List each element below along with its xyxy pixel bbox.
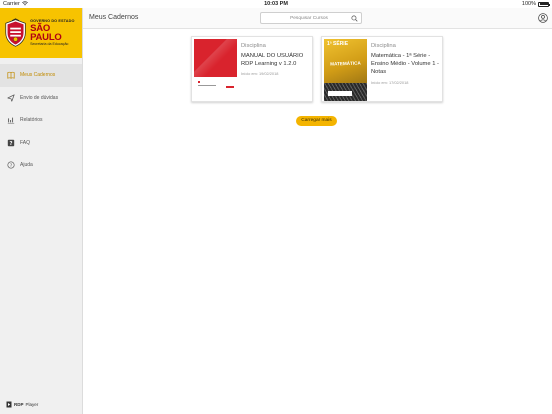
sidebar-item-label: Relatórios bbox=[20, 117, 43, 124]
svg-text:?: ? bbox=[9, 141, 12, 147]
main-content: Disciplina MANUAL DO USUÁRIO RDP Learnin… bbox=[83, 29, 552, 414]
course-card[interactable]: 1ª SÉRIE MATEMÁTICA Disciplina Matemátic… bbox=[321, 36, 443, 102]
sidebar-item-ajuda[interactable]: ? Ajuda bbox=[0, 154, 82, 177]
clock: 10:03 PM bbox=[264, 1, 288, 7]
search-box bbox=[260, 12, 362, 24]
logo-line-2: SÃO PAULO bbox=[30, 22, 62, 44]
course-card[interactable]: Disciplina MANUAL DO USUÁRIO RDP Learnin… bbox=[191, 36, 313, 102]
sidebar-nav: Meus Cadernos Envio de dúvidas Relatório… bbox=[0, 64, 82, 177]
brand-bold: RDP bbox=[14, 402, 24, 407]
cover-logo-mark bbox=[226, 86, 234, 88]
course-title: MANUAL DO USUÁRIO RDP Learning v 1.2.0 bbox=[241, 53, 304, 68]
sidebar-item-envio-de-duvidas[interactable]: Envio de dúvidas bbox=[0, 87, 82, 110]
sidebar: GOVERNO DO ESTADO SÃO PAULO Secretaria d… bbox=[0, 8, 83, 414]
course-kind: Disciplina bbox=[241, 43, 266, 49]
cover-red-block bbox=[194, 39, 237, 77]
report-icon bbox=[7, 116, 15, 124]
sidebar-item-label: Meus Cadernos bbox=[20, 72, 56, 79]
cover-mark bbox=[198, 81, 200, 83]
sidebar-item-relatorios[interactable]: Relatórios bbox=[0, 109, 82, 132]
search-input[interactable] bbox=[261, 13, 349, 23]
load-more-button[interactable]: Carregar mais bbox=[296, 116, 337, 126]
logo-line-3: Secretaria da Educação bbox=[30, 41, 69, 46]
course-cover-image: 1ª SÉRIE MATEMÁTICA bbox=[324, 39, 367, 101]
course-info: Disciplina MANUAL DO USUÁRIO RDP Learnin… bbox=[241, 39, 310, 99]
course-start-date: Início em: 17/02/2018 bbox=[371, 79, 409, 85]
sidebar-item-label: Envio de dúvidas bbox=[20, 94, 59, 101]
brand-rest: Player bbox=[25, 402, 39, 407]
help-circle-icon: ? bbox=[7, 161, 15, 169]
battery-icon bbox=[538, 1, 550, 7]
course-cover-image bbox=[194, 39, 237, 101]
course-title: Matemática - 1ª Série - Ensino Médio - V… bbox=[371, 53, 439, 76]
sidebar-item-meus-cadernos[interactable]: Meus Cadernos bbox=[0, 64, 82, 87]
top-bar: Meus Cadernos bbox=[83, 8, 552, 29]
sp-crest-icon bbox=[5, 18, 26, 47]
search-icon[interactable] bbox=[351, 14, 358, 22]
status-bar: Carrier 10:03 PM 100% bbox=[0, 0, 552, 8]
page-title: Meus Cadernos bbox=[89, 14, 139, 21]
rdp-logo-icon bbox=[6, 401, 12, 408]
battery-percent: 100% bbox=[521, 1, 536, 7]
battery-indicator: 100% bbox=[521, 1, 550, 7]
user-profile-icon[interactable] bbox=[538, 13, 548, 23]
book-icon bbox=[7, 71, 15, 80]
cover-text-line bbox=[198, 85, 216, 86]
cover-serie: 1ª SÉRIE bbox=[327, 41, 349, 47]
send-icon bbox=[7, 94, 15, 102]
logo-text: GOVERNO DO ESTADO SÃO PAULO Secretaria d… bbox=[30, 19, 78, 46]
course-start-date: Início em: 19/02/2018 bbox=[241, 71, 279, 77]
course-info: Disciplina Matemática - 1ª Série - Ensin… bbox=[371, 39, 440, 99]
help-square-icon: ? bbox=[7, 139, 15, 147]
sidebar-item-faq[interactable]: ? FAQ bbox=[0, 132, 82, 155]
cover-label-strip bbox=[328, 91, 352, 96]
rdp-player-brand: RDP Player bbox=[6, 401, 38, 408]
course-kind: Disciplina bbox=[371, 43, 396, 49]
sp-government-logo: GOVERNO DO ESTADO SÃO PAULO Secretaria d… bbox=[0, 8, 82, 58]
sidebar-item-label: FAQ bbox=[20, 139, 31, 146]
sidebar-item-label: Ajuda bbox=[20, 162, 33, 169]
